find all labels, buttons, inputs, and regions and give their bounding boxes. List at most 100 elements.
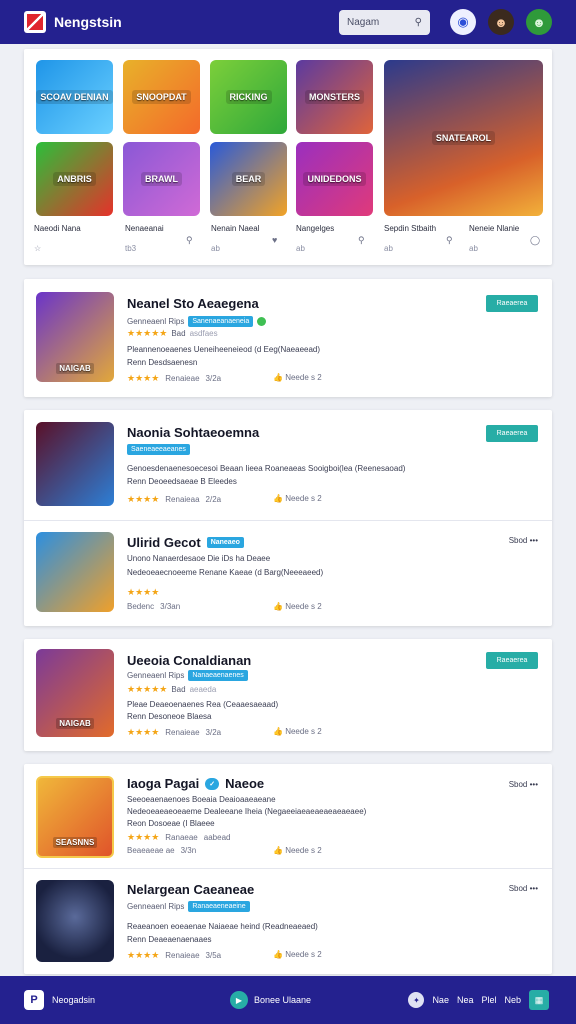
app-subtitle: Genneaenl Rips Sanenaeanaeneia [127, 316, 267, 327]
app-icon[interactable] [36, 532, 114, 612]
tile-label[interactable]: Sepdin Stbaith [384, 224, 436, 233]
tile-label[interactable]: Nenaeanai [125, 224, 164, 233]
star-rating: ★★★★★ [127, 684, 168, 694]
tile-meta: ab [469, 244, 478, 253]
search-box[interactable]: Nagam ⚲ [339, 10, 430, 35]
app-entry[interactable]: SEASNNS Iaoga Pagai ✓ Naeoe Seeoeaenaeno… [36, 776, 540, 872]
avatar-green-icon[interactable]: ☻ [526, 9, 552, 35]
app-entry[interactable]: NAIGAB Neanel Sto Aeaegena Genneaenl Rip… [36, 292, 540, 388]
game-tile[interactable]: SCOAV DENIAN [36, 60, 113, 134]
category-chip: Ranaeaeneaeine [188, 901, 250, 912]
footer-link[interactable]: Plel [481, 995, 496, 1005]
game-tile[interactable]: SNOOPDAT [123, 60, 200, 134]
footer-center-label[interactable]: Bonee Ulaane [254, 995, 311, 1005]
app-meta: ★★★★ Renaieaa 2/2a [127, 494, 222, 504]
install-button[interactable]: Raeaerea [486, 425, 538, 442]
app-entry[interactable]: Nelargean Caeaneae Genneaenl Rips Ranaea… [36, 880, 540, 976]
tile-label[interactable]: Neneie Nlanie [469, 224, 519, 233]
app-title[interactable]: Neanel Sto Aeaegena [127, 296, 259, 311]
app-subtitle: Genneaenl Rips Ranaeaeneaeine [127, 901, 250, 912]
app-brand: Nengstsin [54, 14, 122, 30]
star-rating: ★★★★★ [127, 328, 168, 338]
footer-link[interactable]: Neb [504, 995, 521, 1005]
like-button[interactable]: 👍 Neede s 2 [273, 602, 322, 611]
search-icon[interactable]: ⚲ [415, 17, 422, 28]
app-title[interactable]: Ulirid Gecot Naneaeo [127, 535, 244, 550]
share-icon[interactable]: ✦ [408, 992, 425, 1008]
tile-label[interactable]: Nangelges [296, 224, 334, 233]
app-icon[interactable]: NAIGAB [36, 649, 114, 737]
search-placeholder[interactable]: Nagam [347, 17, 415, 28]
play-icon[interactable]: ▶ [230, 991, 248, 1009]
app-card: NAIGAB Neanel Sto Aeaegena Genneaenl Rip… [24, 279, 552, 397]
app-meta: ★★★★ Renaieae 3/2a [127, 727, 222, 737]
app-description: Renn Desdsaenesn [127, 358, 198, 367]
grid-icon[interactable]: ▦ [529, 990, 549, 1010]
search-icon[interactable]: ⚲ [446, 235, 453, 246]
controller-icon[interactable]: ◉ [450, 9, 476, 35]
verified-icon: ✓ [205, 777, 220, 790]
avatar-boy-icon[interactable]: ☻ [488, 9, 514, 35]
star-icon: ☆ [34, 244, 42, 253]
more-menu[interactable]: Sbod ••• [509, 884, 538, 893]
like-button[interactable]: 👍 Neede s 2 [273, 373, 322, 382]
bottom-bar: P Neogadsin ▶ Bonee Ulaane ✦ Nae Nea Ple… [0, 976, 576, 1024]
install-button[interactable]: Raeaerea [486, 295, 538, 312]
app-card: NAIGAB Ueeoia Conaldianan Genneaenl Rips… [24, 639, 552, 751]
footer-center[interactable]: ▶ Bonee Ulaane [230, 991, 311, 1009]
search-icon[interactable]: ⚲ [186, 235, 193, 246]
category-chip: Naneaeo [206, 537, 244, 548]
category-chip: Saeneaeeaeanes [127, 444, 190, 455]
game-tile[interactable]: ANBRIS [36, 142, 113, 216]
like-button[interactable]: 👍 Neede s 2 [273, 494, 322, 503]
app-entry[interactable]: Ulirid Gecot Naneaeo Unono Nanaerdesaoe … [36, 532, 540, 628]
divider [24, 868, 552, 869]
install-button[interactable]: Raeaerea [486, 652, 538, 669]
more-menu[interactable]: Sbod ••• [509, 780, 538, 789]
app-icon[interactable] [36, 422, 114, 506]
footer-link[interactable]: Nae [432, 995, 449, 1005]
app-title[interactable]: Iaoga Pagai ✓ Naeoe [127, 776, 264, 791]
featured-games-card: SCOAV DENIAN SNOOPDAT RICKING MONSTERS A… [24, 49, 552, 265]
tile-meta: ab [296, 244, 305, 253]
app-subtitle: Genneaenl Rips Nanaeaenaenes [127, 670, 248, 681]
app-title[interactable]: Naonia Sohtaeoemna [127, 425, 259, 440]
footer-links: ✦ Nae Nea Plel Neb ▦ [408, 990, 549, 1010]
like-button[interactable]: 👍 Neede s 2 [273, 727, 322, 736]
app-description: Pleannenoeaenes Ueneiheeneieod (d Eeg(Na… [127, 345, 321, 354]
app-subtitle: Saeneaeeaeanes [127, 444, 190, 455]
game-tile[interactable]: UNIDEDONS [296, 142, 373, 216]
like-button[interactable]: 👍 Neede s 2 [273, 950, 322, 959]
tile-meta: ab [384, 244, 393, 253]
more-menu[interactable]: Sbod ••• [509, 536, 538, 545]
search-icon[interactable]: ⚲ [358, 235, 365, 246]
app-title[interactable]: Nelargean Caeaneae [127, 882, 254, 897]
app-meta: ★★★★ Ranaeae aabead [127, 832, 231, 842]
rating-row: ★★★★★ Bad asdfaes [127, 328, 218, 338]
game-tile[interactable]: BRAWL [123, 142, 200, 216]
heart-icon[interactable]: ♥ [272, 235, 277, 245]
app-description: Renn Deoeedsaeae B Eleedes [127, 477, 237, 486]
chat-icon[interactable]: ◯ [530, 235, 540, 246]
game-tile[interactable]: BEAR [210, 142, 287, 216]
app-entry[interactable]: NAIGAB Ueeoia Conaldianan Genneaenl Rips… [36, 649, 540, 745]
tile-label[interactable]: Naeodi Nana [34, 224, 81, 233]
app-icon[interactable]: SEASNNS [36, 776, 114, 858]
app-logo-icon[interactable] [24, 11, 46, 33]
app-icon[interactable] [36, 880, 114, 962]
like-button[interactable]: 👍 Neede s 2 [273, 846, 322, 855]
footer-logo-icon[interactable]: P [24, 990, 44, 1010]
footer-link[interactable]: Nea [457, 995, 474, 1005]
category-chip: Nanaeaenaenes [188, 670, 248, 681]
game-tile[interactable]: MONSTERS [296, 60, 373, 134]
app-icon[interactable]: NAIGAB [36, 292, 114, 382]
tile-label[interactable]: Nenain Naeal [211, 224, 259, 233]
game-tile[interactable]: RICKING [210, 60, 287, 134]
app-entry[interactable]: Naonia Sohtaeoemna Saeneaeeaeanes Genoes… [36, 422, 540, 518]
featured-game-banner[interactable]: SNATEAROL [384, 60, 543, 216]
app-meta: Beaeaeae ae 3/3n [127, 846, 197, 855]
verified-icon [257, 317, 267, 326]
rating-row: ★★★★★ Bad aeaeda [127, 684, 217, 694]
app-title[interactable]: Ueeoia Conaldianan [127, 653, 251, 668]
divider [24, 520, 552, 521]
